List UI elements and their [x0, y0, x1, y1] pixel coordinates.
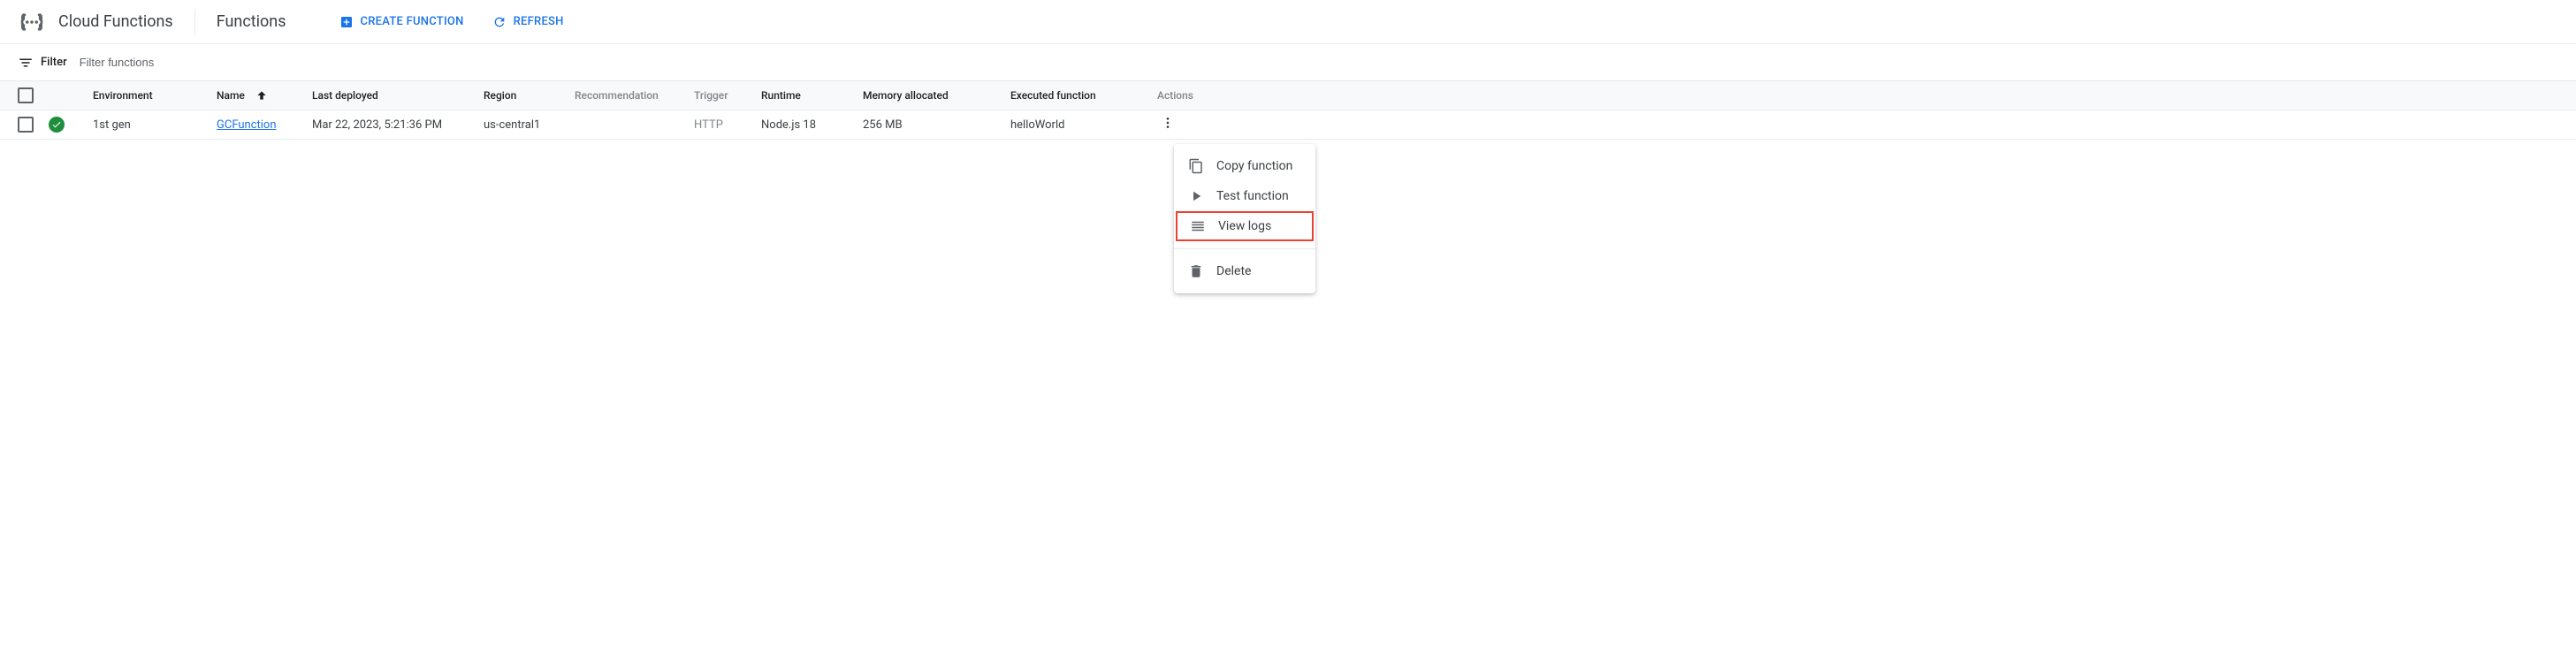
menu-logs-label: View logs — [1218, 219, 1271, 233]
more-actions-button[interactable] — [1157, 112, 1219, 137]
refresh-button[interactable]: Refresh — [492, 15, 564, 29]
row-name-col: GCFunction — [217, 118, 312, 132]
create-function-button[interactable]: Create Function — [339, 15, 464, 29]
header-environment[interactable]: Environment — [93, 89, 217, 102]
header-trigger[interactable]: Trigger — [694, 89, 761, 102]
filter-label-group: Filter — [18, 55, 67, 71]
menu-divider — [1174, 248, 1315, 249]
header-recommendation[interactable]: Recommendation — [575, 89, 694, 102]
row-status-col — [49, 117, 93, 133]
product-icon — [18, 8, 46, 36]
copy-icon — [1188, 158, 1204, 174]
menu-delete-label: Delete — [1216, 264, 1251, 278]
product-title: Cloud Functions — [58, 12, 173, 31]
filter-label: Filter — [41, 56, 67, 69]
header-bar: Cloud Functions Functions Create Functio… — [0, 0, 2576, 44]
header-name[interactable]: Name — [217, 89, 312, 102]
menu-view-logs[interactable]: View logs — [1176, 211, 1314, 241]
menu-test-label: Test function — [1216, 189, 1289, 203]
plus-icon — [339, 15, 354, 29]
header-checkbox-col — [0, 87, 49, 103]
filter-bar: Filter — [0, 44, 2576, 81]
select-all-checkbox[interactable] — [18, 87, 34, 103]
header-divider — [194, 9, 195, 35]
create-function-label: Create Function — [361, 15, 464, 28]
sort-arrow-up-icon — [255, 89, 268, 102]
table-row: 1st gen GCFunction Mar 22, 2023, 5:21:36… — [0, 110, 2576, 140]
row-checkbox-col — [0, 117, 49, 133]
more-vert-icon — [1161, 116, 1175, 130]
context-menu: Copy function Test function View logs De… — [1174, 144, 1315, 293]
delete-icon — [1188, 263, 1204, 279]
menu-delete[interactable]: Delete — [1174, 256, 1315, 286]
header-runtime[interactable]: Runtime — [761, 89, 863, 102]
menu-test-function[interactable]: Test function — [1174, 181, 1315, 211]
refresh-label: Refresh — [514, 15, 564, 28]
header-actions: Create Function Refresh — [339, 15, 564, 29]
refresh-icon — [492, 15, 507, 29]
row-region: us-central1 — [484, 118, 575, 132]
function-name-link[interactable]: GCFunction — [217, 118, 277, 132]
header-executed[interactable]: Executed function — [1010, 89, 1157, 102]
row-memory: 256 MB — [863, 118, 1010, 132]
play-icon — [1188, 188, 1204, 204]
filter-icon — [18, 55, 34, 71]
menu-copy-function[interactable]: Copy function — [1174, 151, 1315, 181]
row-runtime: Node.js 18 — [761, 118, 863, 132]
header-region[interactable]: Region — [484, 89, 575, 102]
table-header: Environment Name Last deployed Region Re… — [0, 81, 2576, 110]
header-last-deployed[interactable]: Last deployed — [312, 89, 484, 102]
row-executed: helloWorld — [1010, 118, 1157, 132]
row-checkbox[interactable] — [18, 117, 34, 133]
row-environment: 1st gen — [93, 118, 217, 132]
header-name-label: Name — [217, 89, 245, 102]
row-last-deployed: Mar 22, 2023, 5:21:36 PM — [312, 118, 484, 132]
page-title: Functions — [217, 12, 286, 31]
filter-input[interactable] — [80, 56, 2558, 69]
status-success-icon — [49, 117, 65, 133]
row-trigger: HTTP — [694, 118, 761, 132]
logs-icon — [1190, 218, 1206, 234]
header-memory[interactable]: Memory allocated — [863, 89, 1010, 102]
row-actions-col — [1157, 112, 1219, 137]
header-actions: Actions — [1157, 89, 1219, 102]
menu-copy-label: Copy function — [1216, 159, 1292, 173]
